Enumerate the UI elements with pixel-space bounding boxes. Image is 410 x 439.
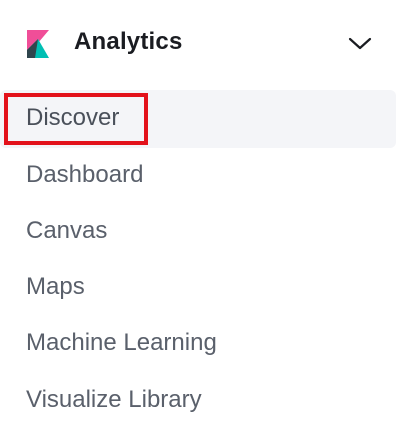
nav-item-label: Dashboard bbox=[26, 161, 144, 188]
nav-item-machine-learning[interactable]: Machine Learning bbox=[0, 315, 396, 373]
nav-item-maps[interactable]: Maps bbox=[0, 259, 396, 317]
nav-item-dashboard[interactable]: Dashboard bbox=[0, 147, 396, 205]
nav-item-visualize-library[interactable]: Visualize Library bbox=[0, 372, 396, 430]
nav-item-label: Maps bbox=[26, 273, 85, 300]
highlight-box bbox=[4, 93, 148, 145]
nav-item-label: Visualize Library bbox=[26, 386, 202, 413]
section-title: Analytics bbox=[74, 28, 183, 55]
analytics-section-header[interactable]: Analytics bbox=[0, 0, 410, 90]
kibana-logo-icon bbox=[27, 30, 51, 58]
nav-item-discover[interactable]: Discover bbox=[0, 90, 396, 148]
nav-item-label: Canvas bbox=[26, 217, 108, 244]
nav-item-label: Machine Learning bbox=[26, 329, 217, 356]
nav-item-canvas[interactable]: Canvas bbox=[0, 203, 396, 261]
chevron-down-icon[interactable] bbox=[346, 32, 374, 54]
